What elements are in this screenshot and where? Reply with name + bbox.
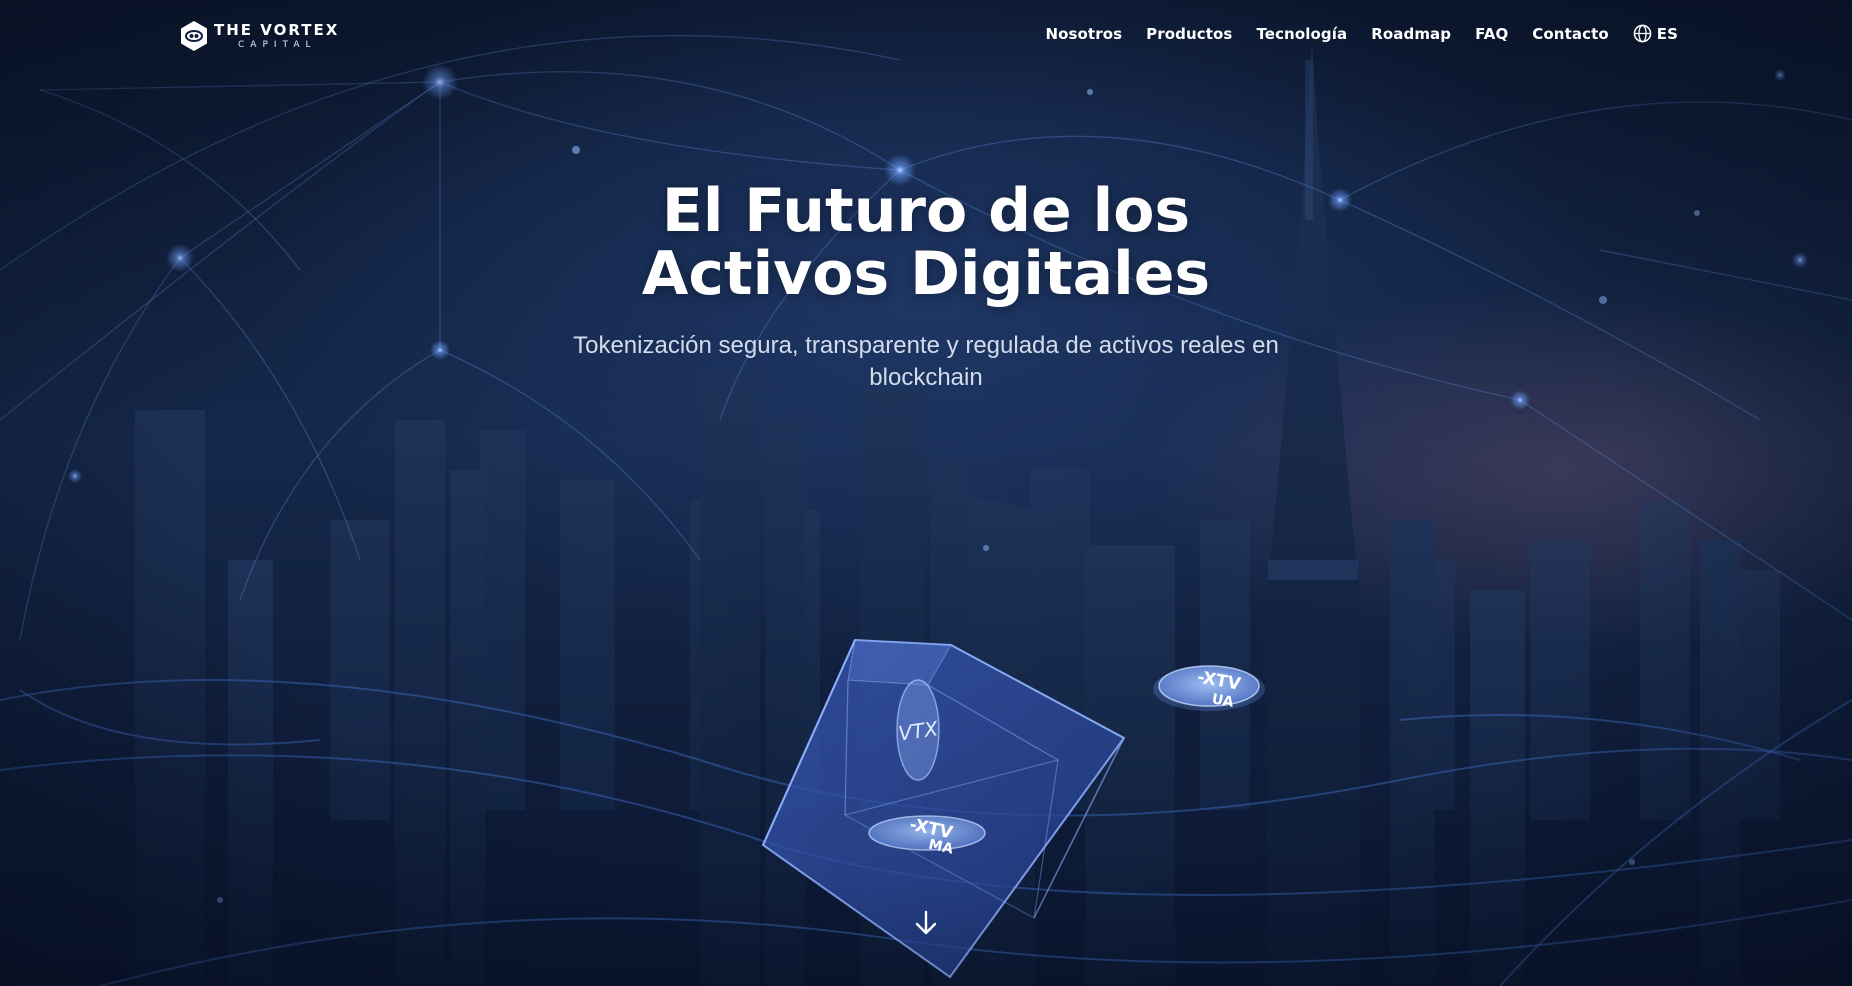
brand-logo[interactable]: THE VORTEX CAPITAL: [180, 20, 339, 52]
floating-xtv-coin: -XTV UA: [1153, 665, 1265, 711]
hero-title-line-2: Activos Digitales: [641, 239, 1211, 309]
city-network-scene: VTX -XTV MA -XTV UA: [0, 34, 1852, 986]
globe-icon: [1633, 24, 1652, 43]
hero-subtitle: Tokenización segura, transparente y regu…: [573, 332, 1279, 391]
main-menu: Nosotros Productos Tecnología Roadmap FA…: [1045, 24, 1678, 43]
language-selector[interactable]: ES: [1633, 24, 1678, 43]
nav-item-nosotros[interactable]: Nosotros: [1045, 25, 1122, 43]
brand-sub: CAPITAL: [238, 39, 317, 50]
brand-name: THE VORTEX: [214, 20, 340, 39]
language-label: ES: [1656, 24, 1678, 43]
hero-title: El Futuro de los Activos Digitales: [0, 180, 1852, 306]
vortex-hexagon-icon: [181, 21, 207, 51]
scroll-down-button[interactable]: [910, 907, 942, 939]
nav-item-contacto[interactable]: Contacto: [1532, 25, 1608, 43]
nav-item-roadmap[interactable]: Roadmap: [1371, 25, 1451, 43]
hero-title-line-1: El Futuro de los: [661, 176, 1191, 246]
nav-item-productos[interactable]: Productos: [1146, 25, 1232, 43]
nav-item-tecnologia[interactable]: Tecnología: [1256, 25, 1347, 43]
arrow-down-icon: [915, 910, 937, 935]
top-navigation: THE VORTEX CAPITAL Nosotros Productos Te…: [0, 0, 1852, 72]
nav-item-faq[interactable]: FAQ: [1475, 25, 1508, 43]
